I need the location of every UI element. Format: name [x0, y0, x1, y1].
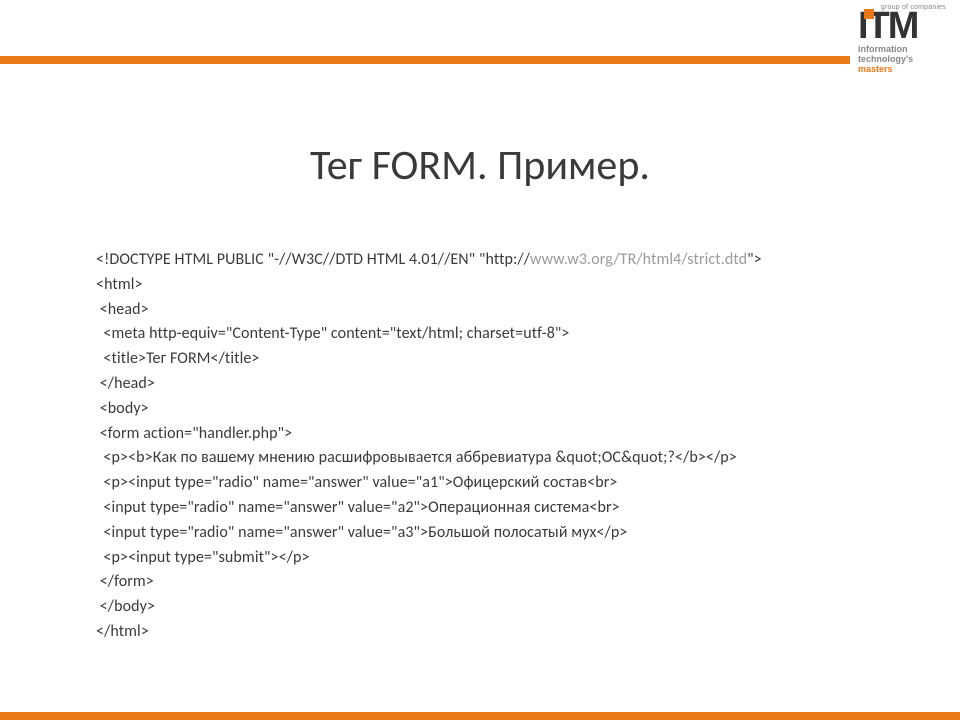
code-line: <p><b>Как по вашему мнению расшифровывае… [96, 446, 896, 471]
code-line: <head> [96, 298, 896, 323]
logo-brand-text: ITM [858, 9, 948, 43]
code-line: </html> [96, 620, 896, 645]
code-line: <form action="handler.php"> [96, 422, 896, 447]
header-accent-bar [0, 56, 850, 64]
code-line: <p><input type="radio" name="answer" val… [96, 471, 896, 496]
logo-accent-icon [864, 9, 874, 19]
code-line: </body> [96, 595, 896, 620]
code-line: <input type="radio" name="answer" value=… [96, 521, 896, 546]
footer-accent-bar [0, 712, 960, 720]
code-line: <html> [96, 273, 896, 298]
logo-tagline-line3: masters [858, 65, 948, 75]
code-line: </form> [96, 570, 896, 595]
page-title: Тег FORM. Пример. [0, 140, 960, 191]
logo-tagline: information technology's masters [858, 45, 948, 75]
code-line: <!DOCTYPE HTML PUBLIC "-//W3C//DTD HTML … [96, 248, 896, 273]
code-line: <title>Тег FORM</title> [96, 347, 896, 372]
code-url: www.w3.org/TR/html4/strict.dtd [530, 250, 747, 269]
code-example: <!DOCTYPE HTML PUBLIC "-//W3C//DTD HTML … [96, 248, 896, 645]
code-line: <p><input type="submit"></p> [96, 546, 896, 571]
code-line: <meta http-equiv="Content-Type" content=… [96, 322, 896, 347]
code-line: <body> [96, 397, 896, 422]
slide-container: group of companies ITM information techn… [0, 0, 960, 720]
code-line: <input type="radio" name="answer" value=… [96, 496, 896, 521]
code-text: "> [747, 250, 762, 269]
code-line: </head> [96, 372, 896, 397]
brand-logo: group of companies ITM information techn… [858, 4, 948, 75]
code-text: <!DOCTYPE HTML PUBLIC "-//W3C//DTD HTML … [96, 250, 530, 269]
